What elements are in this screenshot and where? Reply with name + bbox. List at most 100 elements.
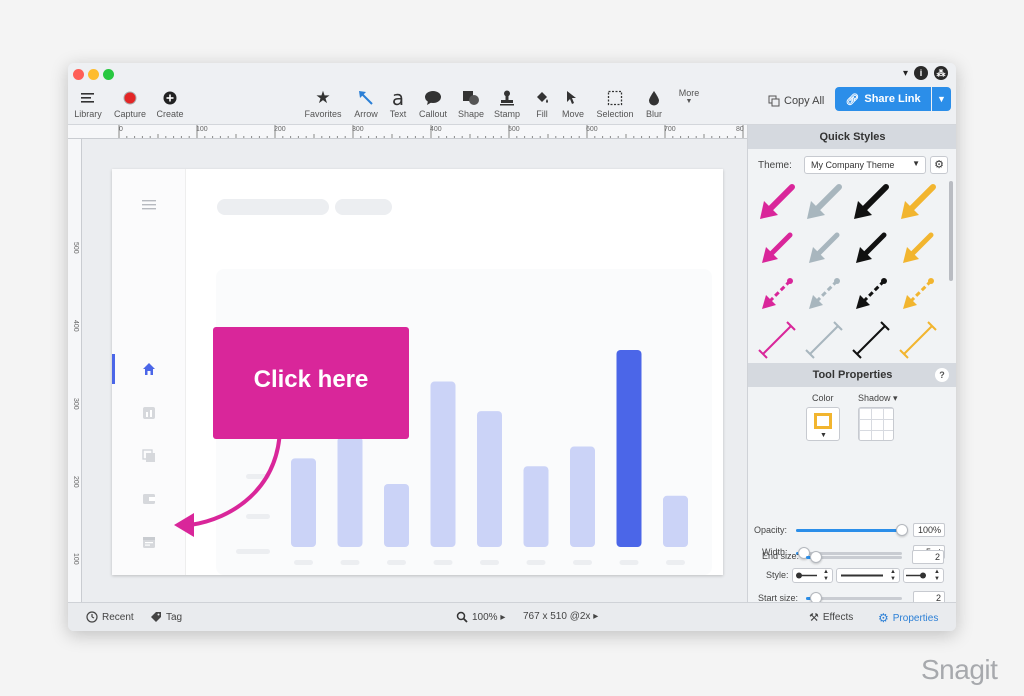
tool-properties-header: Tool Properties ? — [748, 363, 956, 387]
line-style-select[interactable]: ▲ ▼ — [836, 568, 900, 583]
ruler-label: 700 — [664, 126, 676, 133]
blur-tool[interactable]: Blur — [641, 87, 667, 119]
end-size-slider[interactable] — [806, 551, 902, 563]
text-tool[interactable]: a Text — [386, 86, 410, 119]
copy-all-button[interactable]: Copy All — [768, 90, 824, 112]
quick-style-dashed-arrow[interactable] — [801, 273, 847, 317]
properties-label: Properties — [892, 612, 939, 624]
callout-tool[interactable]: Callout — [416, 87, 450, 119]
zoom-control[interactable]: 100% ▸ — [456, 611, 505, 623]
quick-style-dimension-arrow[interactable] — [848, 319, 894, 363]
arrow-tool[interactable]: Arrow — [351, 87, 381, 119]
star-icon: ★ — [315, 88, 331, 107]
info-icon[interactable]: i — [914, 66, 928, 80]
wallet-icon — [141, 492, 157, 506]
close-window-button[interactable] — [73, 69, 84, 80]
chart-label-placeholder — [526, 560, 546, 565]
color-picker[interactable]: ▼ — [806, 407, 840, 441]
ruler-label: 200 — [72, 476, 79, 488]
chart-label-placeholder — [340, 560, 360, 565]
quick-style-dimension-arrow[interactable] — [895, 319, 941, 363]
shape-tool[interactable]: Shape — [456, 87, 486, 119]
dropdown-caret-icon[interactable]: ▾ — [903, 68, 908, 79]
library-button[interactable]: Library — [72, 87, 104, 119]
share-link-button[interactable]: 🔗︎ Share Link — [835, 87, 931, 111]
theme-select[interactable]: My Company Theme ▼ — [804, 156, 926, 174]
start-size-slider[interactable] — [806, 592, 902, 604]
favorites-tool[interactable]: ★ Favorites — [304, 87, 342, 119]
quick-style-solid-arrow[interactable] — [895, 181, 941, 225]
ruler-label: 100 — [72, 553, 79, 565]
quick-style-solid-small-arrow[interactable] — [848, 227, 894, 271]
help-icon[interactable]: ? — [935, 368, 949, 382]
dimensions-control[interactable]: 767 x 510 @2x ▸ — [523, 611, 598, 622]
stamp-tool[interactable]: Stamp — [492, 87, 522, 119]
end-cap-select[interactable]: ▲ ▼ — [903, 568, 944, 583]
title-bar: ▾ i ⁂ — [68, 63, 956, 85]
selection-tool[interactable]: Selection — [594, 87, 636, 119]
home-icon — [141, 362, 157, 376]
create-button[interactable]: Create — [154, 87, 186, 119]
shadow-picker[interactable] — [858, 407, 894, 441]
quick-style-solid-arrow[interactable] — [754, 181, 800, 225]
shape-label: Shape — [457, 109, 485, 119]
move-tool[interactable]: Move — [560, 87, 586, 119]
stepper-arrows-icon: ▲ ▼ — [823, 569, 829, 582]
placeholder-title-bar — [217, 199, 329, 215]
share-network-icon[interactable]: ⁂ — [934, 66, 948, 80]
title-bar-actions: ▾ i ⁂ — [903, 66, 948, 80]
quick-style-dimension-arrow[interactable] — [754, 319, 800, 363]
editor-canvas[interactable]: Click here — [82, 139, 747, 602]
maximize-window-button[interactable] — [103, 69, 114, 80]
callout-annotation[interactable]: Click here — [213, 327, 409, 439]
capture-button[interactable]: Capture — [112, 87, 148, 119]
share-link-label: Share Link — [864, 93, 921, 105]
gear-icon[interactable]: ⚙ — [930, 156, 948, 174]
opacity-label: Opacity: — [754, 525, 788, 535]
quick-style-dashed-arrow[interactable] — [848, 273, 894, 317]
hamburger-icon — [81, 87, 95, 109]
minimize-window-button[interactable] — [88, 69, 99, 80]
quick-style-dashed-arrow[interactable] — [895, 273, 941, 317]
effects-button[interactable]: ⚒ Effects — [809, 611, 853, 624]
more-tools-button[interactable]: More ▼ — [675, 87, 703, 105]
end-size-input[interactable]: 2 — [912, 550, 944, 564]
quick-style-solid-small-arrow[interactable] — [754, 227, 800, 271]
chart-bar — [523, 466, 549, 547]
end-size-slider-handle[interactable] — [809, 551, 822, 563]
theme-value: My Company Theme — [811, 160, 895, 170]
share-options-dropdown[interactable]: ▼ — [932, 87, 951, 111]
quick-style-solid-arrow[interactable] — [801, 181, 847, 225]
plus-circle-icon — [163, 87, 177, 109]
ruler-label: 600 — [586, 126, 598, 133]
start-cap-select[interactable]: ▲ ▼ — [792, 568, 833, 583]
callout-text[interactable]: Click here — [213, 366, 409, 394]
clock-icon — [86, 611, 98, 623]
tag-button[interactable]: Tag — [150, 611, 182, 623]
ruler-label: 100 — [196, 126, 208, 133]
chart-label-placeholder — [480, 560, 499, 565]
properties-button[interactable]: ⚙ Properties — [878, 611, 938, 625]
ruler-label: 300 — [72, 398, 79, 410]
callout-label: Callout — [418, 109, 447, 119]
opacity-input[interactable]: 100% — [913, 523, 945, 537]
text-a-icon: a — [391, 86, 405, 110]
fill-tool[interactable]: Fill — [531, 87, 553, 119]
horizontal-ruler: 0 100 200 300 400 500 600 700 80 — [68, 125, 747, 139]
ruler-label: 400 — [72, 320, 79, 332]
quick-style-solid-small-arrow[interactable] — [801, 227, 847, 271]
zoom-value: 100% ▸ — [472, 611, 506, 623]
more-label: More — [678, 88, 700, 98]
callout-arrow[interactable] — [172, 427, 312, 549]
shadow-label[interactable]: Shadow ▾ — [858, 393, 898, 404]
status-bar: Recent Tag 100% ▸ 767 x 510 @2x ▸ ⚒ Effe… — [68, 602, 956, 631]
quick-style-solid-arrow[interactable] — [848, 181, 894, 225]
opacity-slider-handle[interactable] — [896, 524, 908, 536]
quick-style-dashed-arrow[interactable] — [754, 273, 800, 317]
recent-button[interactable]: Recent — [86, 611, 134, 623]
opacity-slider[interactable] — [796, 524, 908, 536]
quick-styles-scrollbar[interactable] — [949, 181, 953, 281]
text-label: Text — [389, 109, 407, 119]
quick-style-dimension-arrow[interactable] — [801, 319, 847, 363]
quick-style-solid-small-arrow[interactable] — [895, 227, 941, 271]
